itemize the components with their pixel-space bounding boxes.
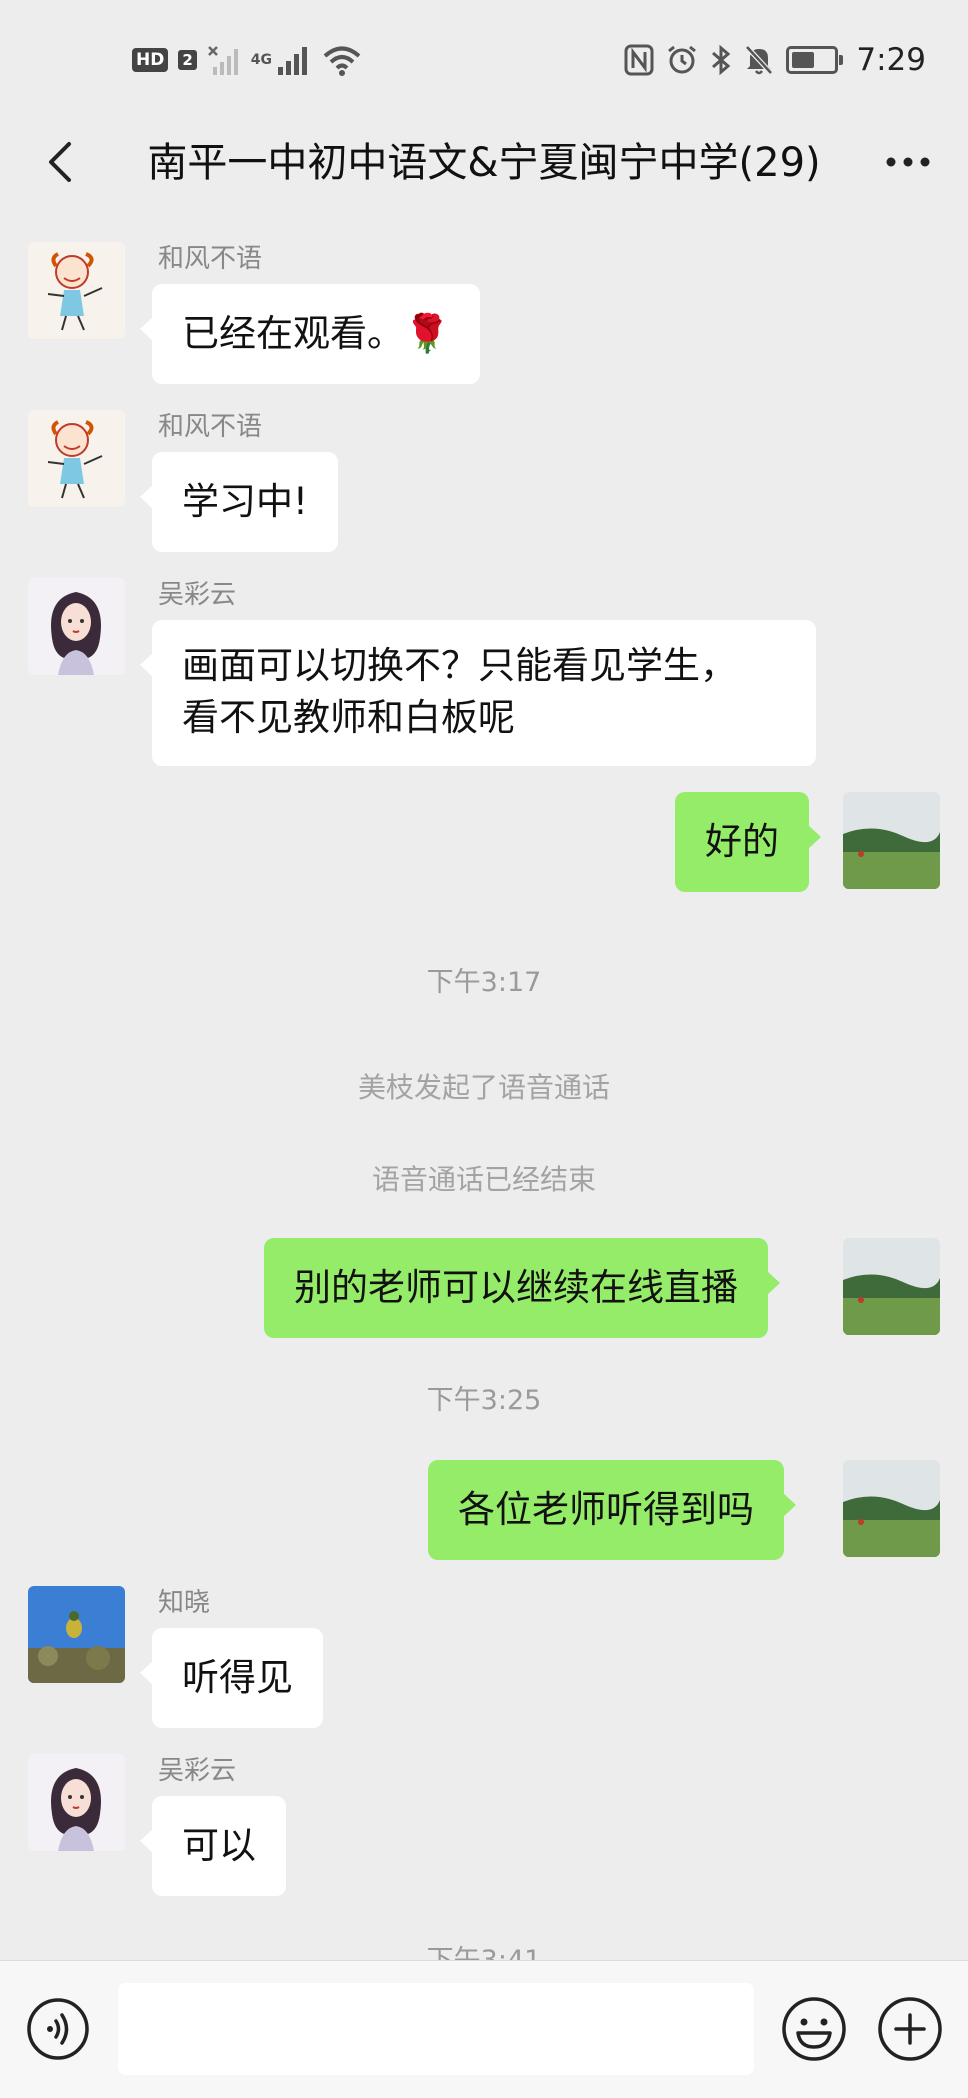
sender-name: 和风不语 — [158, 244, 263, 274]
nfc-icon — [624, 44, 654, 76]
avatar[interactable] — [28, 242, 125, 339]
chat-header: 南平一中初中语文&宁夏闽宁中学(29) — [0, 118, 968, 210]
alarm-icon — [668, 45, 697, 74]
sender-name: 知晓 — [158, 1588, 211, 1618]
message-bubble[interactable]: 画面可以切换不？只能看见学生， 看不见教师和白板呢 — [140, 620, 816, 766]
message-line: 画面可以切换不？只能看见学生， — [182, 644, 737, 687]
message-bubble[interactable]: 听得见 — [140, 1628, 323, 1728]
avatar[interactable] — [28, 1586, 125, 1683]
bird-avatar — [28, 1586, 125, 1683]
message-bubble[interactable]: 已经在观看。🌹 — [139, 284, 481, 384]
hd-badge: HD — [132, 48, 169, 72]
sender-name: 吴彩云 — [158, 580, 237, 610]
voice-button[interactable] — [26, 1997, 90, 2061]
cartoon-avatar — [28, 242, 125, 339]
message-list[interactable]: 和风不语 已经在观看。🌹 和风不语 学习中! 吴彩云 画面可以切换不？只能看见学… — [0, 210, 968, 1960]
system-message: 美枝发起了语音通话 — [357, 1071, 610, 1104]
landscape-avatar — [843, 792, 940, 889]
wifi-icon — [323, 46, 361, 76]
more-functions-button[interactable] — [876, 1995, 944, 2063]
girl-avatar — [28, 1754, 125, 1851]
more-button[interactable] — [878, 132, 938, 192]
girl-avatar — [28, 578, 125, 675]
message-bubble[interactable]: 好的 — [675, 792, 821, 892]
timestamp: 下午3:17 — [426, 967, 542, 998]
cartoon-avatar — [28, 410, 125, 507]
mute-icon — [745, 45, 774, 75]
status-left: HD 2 4G — [132, 38, 362, 82]
message-line: 看不见教师和白板呢 — [182, 696, 515, 739]
my-avatar[interactable] — [843, 1460, 940, 1557]
voice-icon — [27, 1998, 89, 2060]
clock: 7:29 — [856, 42, 926, 78]
plus-icon — [878, 1997, 942, 2061]
system-message: 语音通话已经结束 — [371, 1163, 596, 1196]
my-avatar[interactable] — [843, 1238, 940, 1335]
message-bubble[interactable]: 学习中! — [140, 452, 338, 552]
emoji-button[interactable] — [780, 1995, 848, 2063]
sender-name: 吴彩云 — [158, 1756, 237, 1786]
message-bubble[interactable]: 各位老师听得到吗 — [428, 1460, 796, 1560]
message-input[interactable] — [118, 1983, 754, 2075]
bluetooth-icon — [712, 44, 731, 76]
message-bubble[interactable]: 可以 — [140, 1796, 286, 1896]
signal-icon — [278, 47, 308, 75]
my-avatar[interactable] — [843, 792, 940, 889]
status-right: 7:29 — [624, 38, 926, 82]
avatar[interactable] — [28, 578, 125, 675]
message-bubble[interactable]: 别的老师可以继续在线直播 — [264, 1238, 780, 1338]
avatar[interactable] — [28, 1754, 125, 1851]
timestamp: 下午3:25 — [426, 1385, 542, 1416]
input-bar — [0, 1960, 968, 2098]
sim-no-signal-icon — [207, 46, 238, 75]
sim-badge: 2 — [178, 50, 197, 70]
timestamp: 下午3:41 — [0, 1938, 968, 1960]
network-label: 4G — [250, 52, 273, 68]
battery-icon — [786, 46, 844, 74]
landscape-avatar — [843, 1238, 940, 1335]
landscape-avatar — [843, 1460, 940, 1557]
battery-fill — [792, 52, 815, 68]
status-bar: HD 2 4G 7:29 — [0, 0, 968, 118]
sender-name: 和风不语 — [158, 412, 263, 442]
emoji-icon — [782, 1997, 846, 2061]
more-dots-icon — [886, 157, 930, 167]
avatar[interactable] — [28, 410, 125, 507]
chat-title: 南平一中初中语文&宁夏闽宁中学(29) — [147, 140, 821, 186]
